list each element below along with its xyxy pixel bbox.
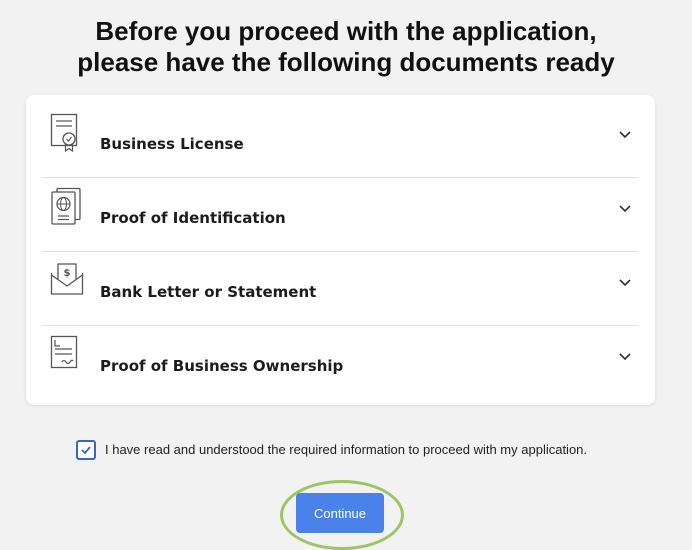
certificate-icon [50,113,78,153]
passport-icon [51,187,81,225]
agreement-label: I have read and understood the required … [105,442,588,457]
document-label: Bank Letter or Statement [100,283,317,301]
document-label: Business License [100,135,244,153]
page-title-line-2: please have the following documents read… [77,47,615,77]
page-title-line-1: Before you proceed with the application, [95,16,597,46]
documents-card: Business License Proof of Identification… [26,95,655,405]
document-item-proof-of-identification[interactable]: Proof of Identification [42,177,638,252]
document-label: Proof of Identification [100,209,286,227]
agreement-row: I have read and understood the required … [76,440,636,460]
continue-button[interactable]: Continue [296,493,384,533]
document-item-business-license[interactable]: Business License [42,103,638,178]
agreement-checkbox[interactable] [76,440,96,460]
chevron-down-icon[interactable] [618,203,632,213]
page-title: Before you proceed with the application,… [0,16,692,78]
document-item-proof-of-business-ownership[interactable]: Proof of Business Ownership [42,325,638,399]
chevron-down-icon[interactable] [618,129,632,139]
checkmark-icon [81,446,91,454]
deed-document-icon [50,335,78,369]
document-item-bank-letter-or-statement[interactable]: $ Bank Letter or Statement [42,251,638,326]
document-label: Proof of Business Ownership [100,357,344,375]
svg-text:$: $ [64,268,71,279]
chevron-down-icon[interactable] [618,351,632,361]
chevron-down-icon[interactable] [618,277,632,287]
envelope-dollar-icon: $ [50,263,84,295]
